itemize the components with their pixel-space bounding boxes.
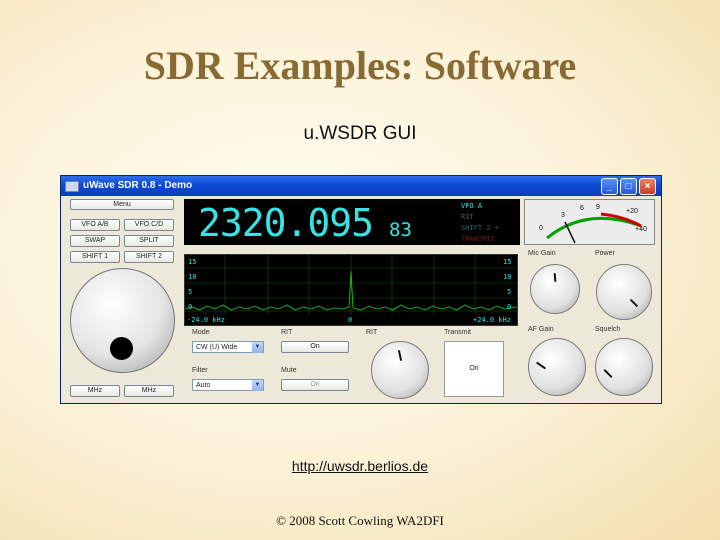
frequency-readout: 2320.095 [198,201,374,245]
slide-footer: © 2008 Scott Cowling WA2DFI [276,513,444,528]
rit-knob[interactable] [371,341,429,399]
slide-title: SDR Examples: Software [143,43,577,88]
rit-label: RIT [281,329,293,336]
frequency-readout-fine: 83 [389,219,412,241]
power-label: Power [595,250,615,257]
vfo-ab-button[interactable]: VFO A/B [70,219,120,231]
spectrum-graphic: 15 10 5 0 15 10 5 0 -24.0 kHz 0 +24.0 kH… [184,255,518,324]
rit-on-button[interactable]: On [281,341,349,353]
mode-label: Mode [192,329,210,336]
spectrum-left-scale-10: 10 [188,273,196,281]
window-content: Menu VFO A/B VFO C/D SWAP SPLIT SHIFT 1 … [64,198,658,401]
app-icon [65,181,79,192]
filter-select[interactable]: Auto ▼ [192,379,264,391]
tuning-knob-indicator [110,337,133,360]
meter-scale-3: 3 [561,212,565,219]
filter-select-value: Auto [196,382,211,389]
mic-gain-knob-indicator [553,272,557,283]
chevron-down-icon: ▼ [252,380,263,391]
mic-gain-label: Mic Gain [528,250,556,257]
spectrum-display[interactable]: 15 10 5 0 15 10 5 0 -24.0 kHz 0 +24.0 kH… [184,254,518,326]
window-titlebar[interactable]: uWave SDR 0.8 - Demo _ □ × [61,176,661,196]
s-meter-graphic: 0 3 6 9 +20 +40 [539,204,647,244]
af-gain-knob[interactable] [528,338,586,396]
squelch-knob[interactable] [595,338,653,396]
vfo-status-transmit: TRANSMIT [461,235,495,243]
chevron-down-icon: ▼ [252,342,263,353]
menu-button[interactable]: Menu [70,199,174,210]
af-gain-label: AF Gain [528,326,554,333]
transmit-label: Transmit [444,329,471,336]
meter-scale-plus40: +40 [635,226,647,233]
spectrum-right-scale-0: 0 [507,303,511,311]
mute-label: Mute [281,367,297,374]
af-gain-knob-indicator [535,361,547,370]
vfo-status-panel: VFO A RIT SHIFT 2 + TRANSMIT [461,201,519,245]
meter-scale-plus20: +20 [626,208,638,215]
shift1-button[interactable]: SHIFT 1 [70,251,120,263]
spectrum-left-scale-5: 5 [188,288,192,296]
vfo-cd-button[interactable]: VFO C/D [124,219,174,231]
sdr-window: uWave SDR 0.8 - Demo _ □ × Menu VFO A/B … [60,175,662,404]
meter-scale-9: 9 [596,204,600,211]
squelch-label: Squelch [595,326,621,333]
swap-button[interactable]: SWAP [70,235,120,247]
slide-subtitle: u.WSDR GUI [303,123,417,144]
mic-gain-knob[interactable] [530,264,580,314]
spectrum-right-scale-10: 10 [503,273,511,281]
vfo-status-rit: RIT [461,213,474,221]
window-title: uWave SDR 0.8 - Demo [83,180,193,191]
s-meter: 0 3 6 9 +20 +40 [524,199,655,245]
mhz-down-button[interactable]: MHz [70,385,120,397]
transmit-button[interactable]: On [444,341,504,397]
spectrum-center-freq: 0 [348,316,352,324]
mhz-up-button[interactable]: MHz [124,385,174,397]
squelch-knob-indicator [603,368,613,379]
frequency-display[interactable]: 2320.095 83 VFO A RIT SHIFT 2 + TRANSMIT [184,199,520,245]
spectrum-left-scale-15: 15 [188,258,196,266]
close-button[interactable]: × [639,178,656,195]
mode-select[interactable]: CW (U) Wide ▼ [192,341,264,353]
mute-on-button[interactable]: On [281,379,349,391]
split-button[interactable]: SPLIT [124,235,174,247]
vfo-status-vfo: VFO A [461,202,483,210]
power-knob[interactable] [596,264,652,320]
rit-knob-label: RIT [366,329,378,336]
rit-knob-indicator [397,349,403,362]
spectrum-left-freq: -24.0 kHz [187,316,225,324]
project-link[interactable]: http://uwsdr.berlios.de [0,458,720,474]
minimize-button[interactable]: _ [601,178,618,195]
filter-label: Filter [192,367,208,374]
maximize-button[interactable]: □ [620,178,637,195]
meter-scale-0: 0 [539,225,543,232]
power-knob-indicator [629,298,639,308]
vfo-status-shift: SHIFT 2 + [461,224,499,232]
shift2-button[interactable]: SHIFT 2 [124,251,174,263]
mode-select-value: CW (U) Wide [196,344,238,351]
meter-scale-6: 6 [580,205,584,212]
spectrum-right-scale-15: 15 [503,258,511,266]
spectrum-right-scale-5: 5 [507,288,511,296]
spectrum-left-scale-0: 0 [188,303,192,311]
tuning-knob[interactable] [70,268,175,373]
spectrum-right-freq: +24.0 kHz [473,316,511,324]
